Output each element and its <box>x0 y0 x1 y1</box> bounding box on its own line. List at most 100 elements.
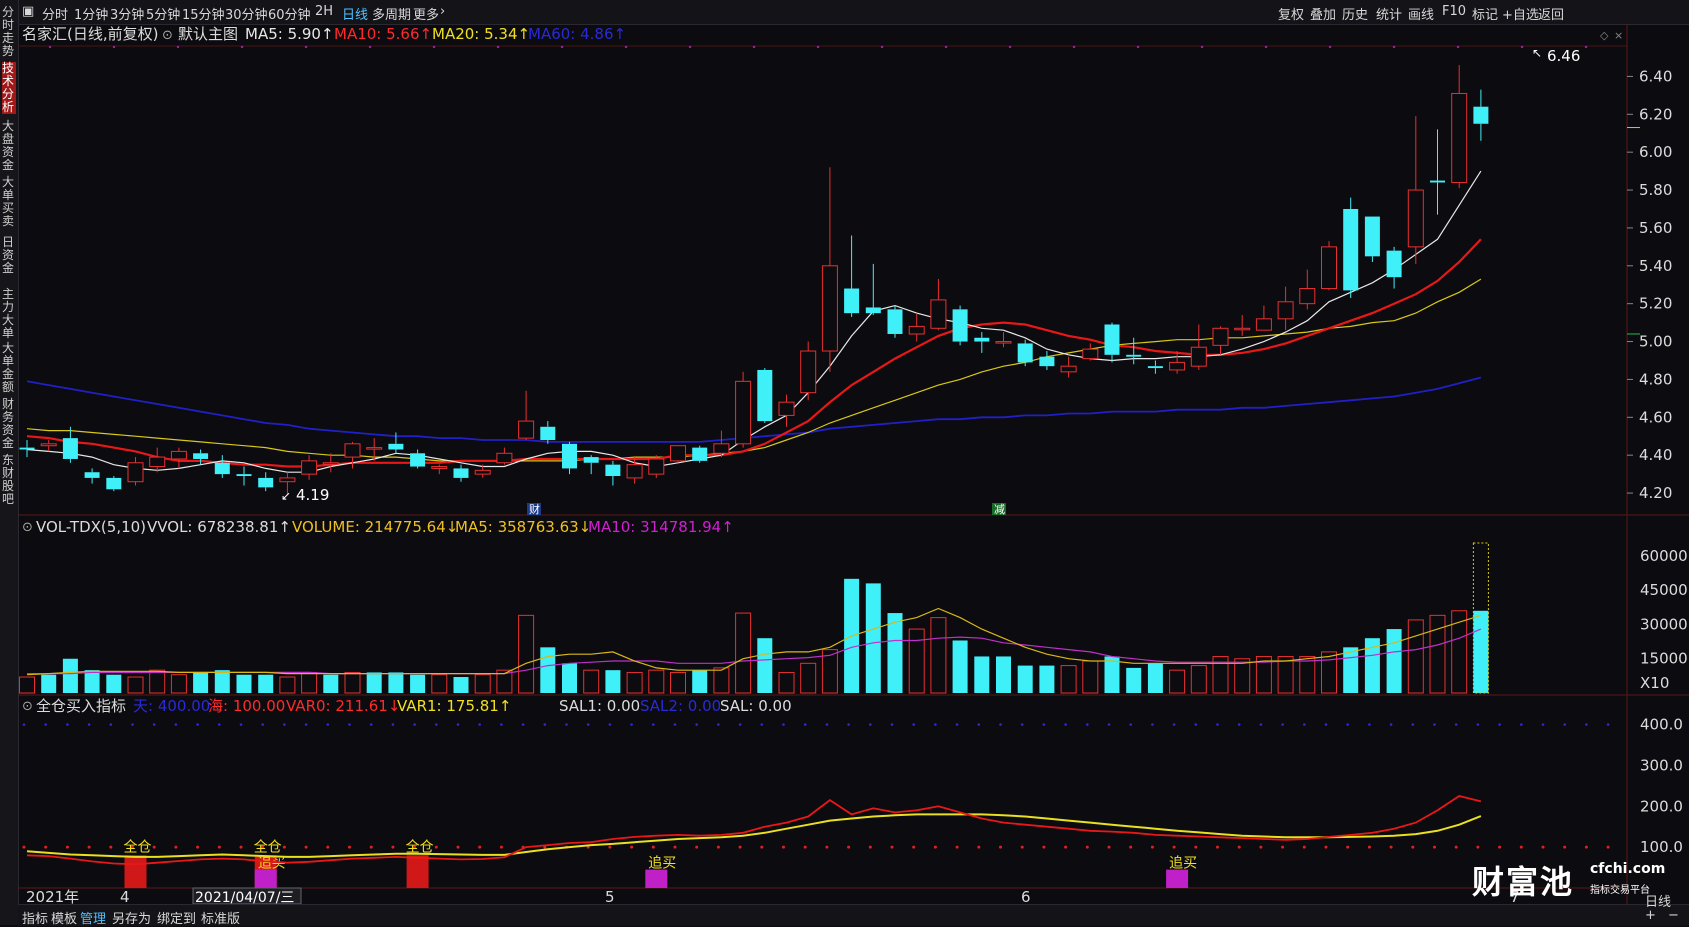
candle-body <box>735 380 752 445</box>
indicator-gear-icon[interactable]: ⊙ <box>162 28 173 43</box>
vol-title[interactable]: VOL-TDX(5,10) <box>36 518 146 536</box>
ind-gear-icon[interactable]: ⊙ <box>22 699 33 714</box>
hai-dot <box>1454 845 1458 849</box>
candle-body <box>778 401 795 416</box>
vol-gear-icon[interactable]: ⊙ <box>22 520 33 535</box>
chase-buy-label: 追买 <box>258 856 286 872</box>
volume-bar <box>258 674 274 693</box>
hai-dot <box>630 845 634 849</box>
ind-title[interactable]: 全仓买入指标 <box>36 697 126 715</box>
candle-body <box>821 265 838 352</box>
hai-dot <box>239 845 243 849</box>
candle-body <box>540 426 556 441</box>
tian-dot <box>456 723 460 726</box>
tian-dot <box>760 723 764 726</box>
candle-body <box>258 477 274 488</box>
high-price-label: 6.46 <box>1547 47 1580 65</box>
volume-axis: 60000 45000 30000 15000 X10 <box>1640 547 1688 692</box>
hai-dot <box>1584 845 1588 849</box>
volume-bar <box>908 628 925 694</box>
candle-body <box>844 288 860 314</box>
zoom-out-icon[interactable]: − <box>1668 908 1679 923</box>
ind-tick-label: 300.0 <box>1640 756 1683 774</box>
footer-template[interactable]: 模板 <box>51 908 77 927</box>
volume-bar <box>1299 655 1316 694</box>
footer-indicator[interactable]: 指标 <box>22 908 48 927</box>
hai-dot <box>1563 845 1567 849</box>
price-tick-label: 6.20 <box>1639 105 1672 123</box>
volume-bar <box>974 656 990 693</box>
hai-dot <box>22 845 26 849</box>
candle-body <box>887 309 903 334</box>
volume-bar <box>605 670 621 693</box>
grid-dot <box>1008 45 1012 49</box>
candle-body <box>1126 354 1142 357</box>
hai-dot <box>738 845 742 849</box>
chase-buy-bar <box>254 869 277 888</box>
volume-bar <box>887 613 903 693</box>
candle-body <box>410 453 426 467</box>
hai-dot <box>1150 845 1154 849</box>
grid-dot <box>1392 45 1396 49</box>
footer-standard[interactable]: 标准版 <box>201 908 240 927</box>
ma20-value: MA20: 5.34↑ <box>432 25 530 43</box>
hai-dot <box>999 845 1002 849</box>
candle-body <box>562 443 577 469</box>
hai-dot <box>369 845 373 849</box>
hai-dot <box>847 845 851 849</box>
tian-dot <box>87 723 91 726</box>
volume-bar <box>410 674 426 693</box>
volume-bar <box>431 674 448 694</box>
chase-buy-label: 追买 <box>1169 856 1197 872</box>
tian-dot <box>261 723 265 726</box>
footer-bind-to[interactable]: 绑定到 <box>157 908 196 927</box>
panel-diamond-icon[interactable]: ◇ <box>1600 29 1609 42</box>
hai-dot <box>1281 845 1285 849</box>
grid-dot <box>1328 45 1332 49</box>
grid-dot <box>688 45 692 49</box>
volume-bar <box>735 612 752 694</box>
volume-bar <box>1082 660 1099 694</box>
footer-save-as[interactable]: 另存为 <box>112 908 151 927</box>
zoom-in-icon[interactable]: + <box>1645 908 1656 923</box>
price-tick-label: 6.40 <box>1639 67 1672 85</box>
tian-dot <box>1563 723 1566 726</box>
hai-dot <box>1194 845 1198 849</box>
ma5-value: MA5: 5.90↑ <box>245 25 334 43</box>
chase-buy-bar <box>1166 869 1189 888</box>
low-arrow-icon: ↙ <box>281 489 291 503</box>
tian-dot <box>999 723 1002 726</box>
tian-dot <box>1042 723 1046 726</box>
hai-dot <box>1107 845 1111 849</box>
indicator-axis: 400.0 300.0 200.0 100.0 <box>1640 716 1683 857</box>
var1-value: VAR1: 175.81↑ <box>397 697 511 715</box>
tian-dot <box>912 723 915 726</box>
grid-dot <box>1456 45 1460 49</box>
ma60-line <box>26 376 1482 443</box>
candle-body <box>800 350 817 394</box>
stock-chart[interactable]: 名家汇(日线,前复权) ⊙ 默认主图 MA5: 5.90↑ MA10: 5.66… <box>0 0 1689 925</box>
volume-bar <box>757 638 773 693</box>
tian-dot <box>1064 723 1067 726</box>
hai-dot <box>608 845 612 849</box>
main-indicator-name[interactable]: 默认主图 <box>178 25 238 43</box>
candle-body <box>648 458 665 475</box>
candle-body <box>518 420 535 439</box>
grid-dot <box>944 45 948 49</box>
vol-ma10-value: MA10: 314781.94↑ <box>588 518 734 536</box>
hai-dot <box>760 845 764 849</box>
candle-body <box>40 443 57 447</box>
panel-close-icon[interactable]: × <box>1614 29 1623 42</box>
grid-dot <box>752 45 756 49</box>
tian-dot <box>1151 723 1154 726</box>
tian-dot <box>955 723 959 726</box>
tian-dot <box>543 723 547 726</box>
hai-dot <box>44 845 48 849</box>
volume-bar <box>1343 647 1359 693</box>
footer-manage[interactable]: 管理 <box>80 908 106 927</box>
bottom-toolbar: 指标 模板 管理 另存为 绑定到 标准版 日线 + − <box>18 895 1689 927</box>
hai-dot <box>673 845 677 849</box>
candle-body <box>84 472 100 478</box>
candle-body <box>908 325 925 335</box>
hai-dot <box>1042 845 1046 849</box>
